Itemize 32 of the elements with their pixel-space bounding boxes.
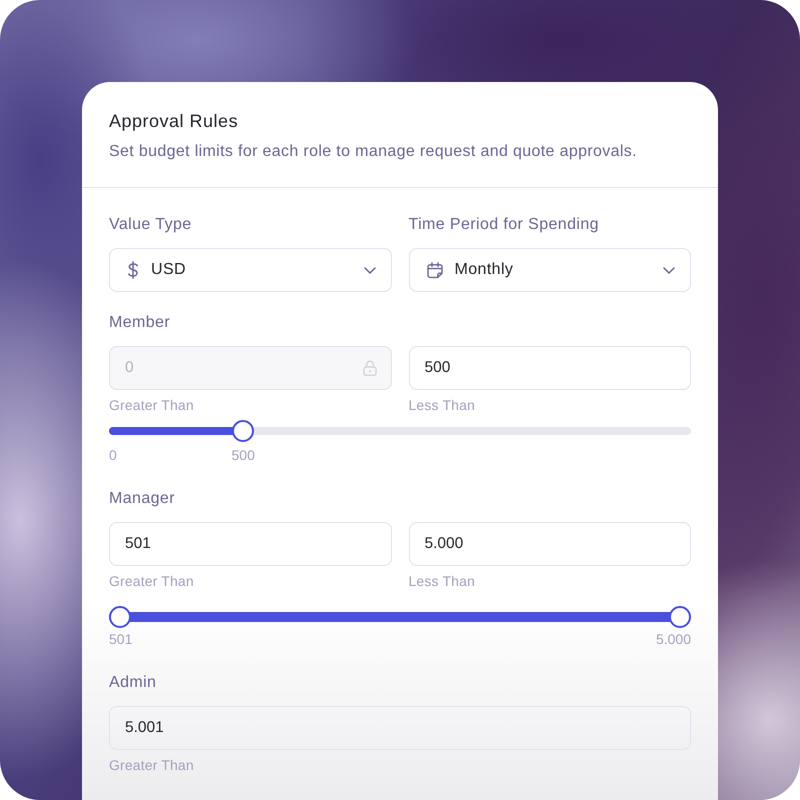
slider-value-label: 500 <box>232 447 255 463</box>
slider-min-label: 0 <box>109 447 117 463</box>
number-field[interactable]: 5.001 <box>109 706 691 750</box>
helper-text: Greater Than <box>109 756 195 774</box>
helper-text: Greater Than <box>109 572 195 590</box>
slider-value-label: 5.000 <box>656 631 691 647</box>
helper-text: Greater Than <box>109 396 195 414</box>
chevron-down-icon <box>663 266 675 274</box>
helper-text: Less Than <box>408 572 476 590</box>
lock-icon <box>362 360 376 376</box>
role-label: Manager <box>109 489 176 509</box>
calendar-icon <box>426 262 442 278</box>
number-field[interactable]: 500 <box>408 346 691 390</box>
number-field[interactable]: 5.000 <box>408 522 691 566</box>
slider-min-label: 501 <box>109 631 132 647</box>
field-label: Value Type <box>109 215 193 235</box>
role-label: Admin <box>109 673 158 693</box>
slider-handle[interactable] <box>232 420 254 442</box>
chevron-down-icon <box>364 266 376 274</box>
slider-handle[interactable] <box>669 606 691 628</box>
slider-track[interactable] <box>109 419 691 443</box>
card-subtitle: Set budget limits for each role to manage request and quote approvals. <box>109 142 638 162</box>
dropdown-select[interactable]: USD <box>109 248 392 292</box>
helper-text: Less Than <box>408 396 476 414</box>
slider-track[interactable] <box>109 605 691 629</box>
slider-handle[interactable] <box>109 606 131 628</box>
card-title: Approval Rules <box>109 110 240 132</box>
role-label: Member <box>109 313 172 333</box>
dropdown-select[interactable]: Monthly <box>408 248 691 292</box>
number-field[interactable]: 501 <box>109 522 392 566</box>
field-label: Time Period for Spending <box>408 215 600 235</box>
dollar-icon <box>127 261 139 279</box>
